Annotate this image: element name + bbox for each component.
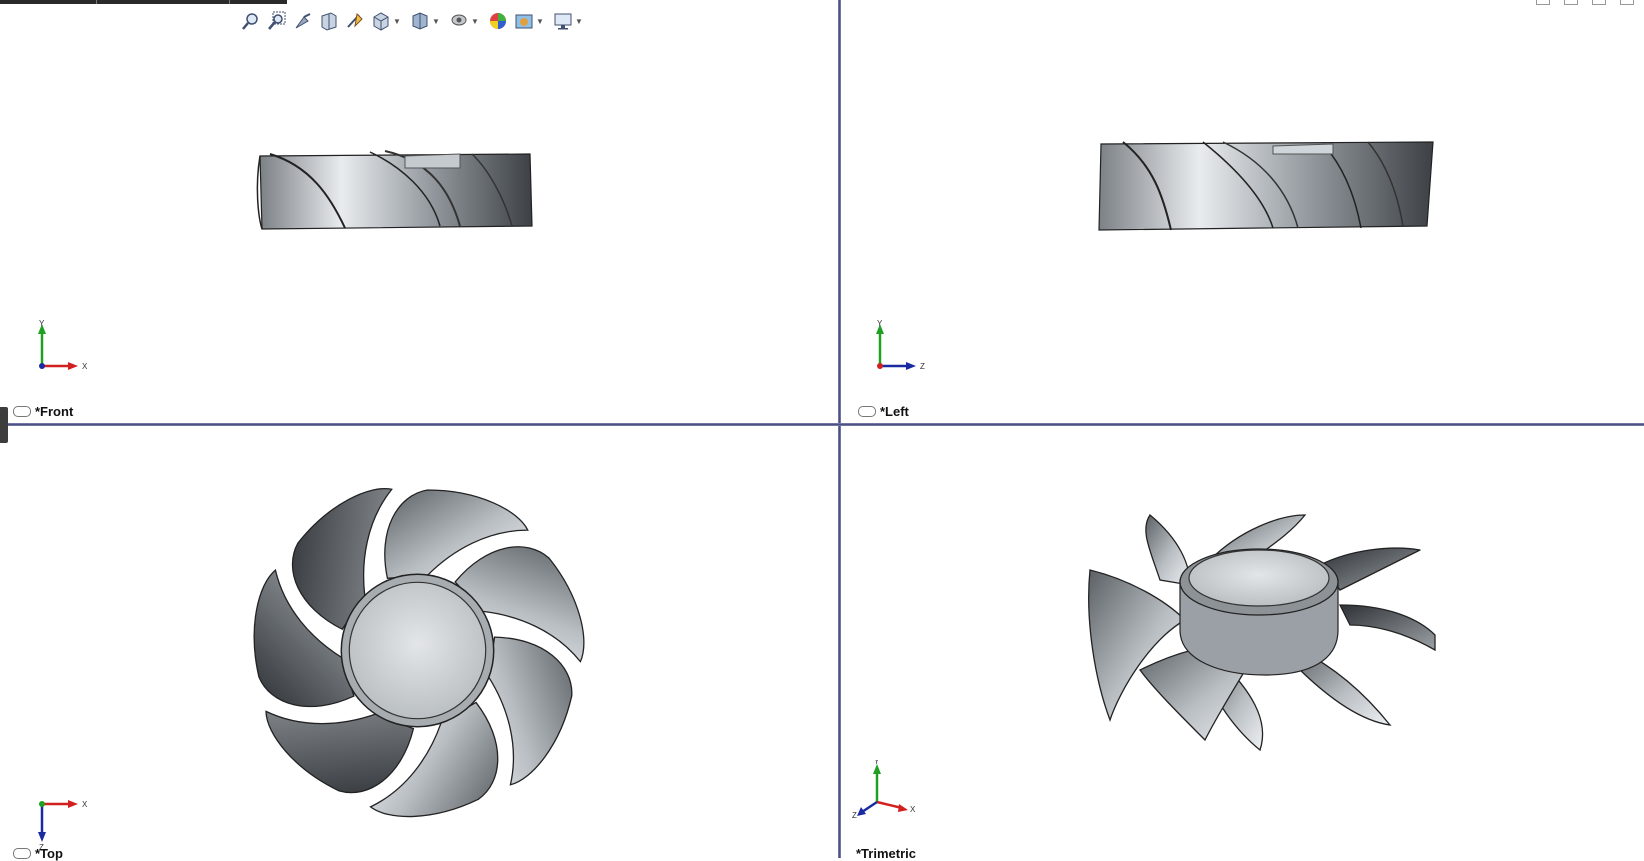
viewport-left-name: *Left bbox=[880, 404, 909, 419]
zoom-to-area-icon[interactable] bbox=[266, 10, 288, 32]
section-view-icon[interactable] bbox=[318, 10, 340, 32]
zoom-to-fit-icon[interactable] bbox=[240, 10, 262, 32]
view-link-icon bbox=[858, 406, 876, 417]
viewport-vertical-splitter[interactable] bbox=[838, 0, 841, 858]
viewport-label-left[interactable]: *Left bbox=[858, 404, 909, 419]
triad-top-a: X bbox=[82, 800, 88, 809]
triad-front-a: Y bbox=[39, 319, 45, 328]
maximize-icon[interactable] bbox=[1620, 0, 1634, 5]
triad-front-b: X bbox=[82, 362, 88, 371]
previous-view-icon[interactable] bbox=[292, 10, 314, 32]
view-settings-caret[interactable]: ▼ bbox=[575, 10, 583, 32]
hide-show-caret[interactable]: ▼ bbox=[471, 10, 479, 32]
apply-scene-icon[interactable] bbox=[513, 10, 535, 32]
display-style-icon[interactable] bbox=[409, 10, 431, 32]
viewport-horizontal-splitter[interactable] bbox=[0, 423, 1644, 426]
viewport-top-name: *Top bbox=[35, 846, 63, 861]
minimize-icon[interactable] bbox=[1592, 0, 1606, 5]
triad-left-a: Y bbox=[877, 319, 883, 328]
axis-triad-top: X Z bbox=[30, 790, 100, 852]
splitter-handle[interactable] bbox=[0, 407, 8, 443]
heads-up-view-toolbar: ▼ ▼ ▼ ▼ ▼ bbox=[240, 8, 587, 34]
triad-trimetric-b: X bbox=[910, 805, 916, 814]
view-link-icon bbox=[13, 406, 31, 417]
apply-scene-caret[interactable]: ▼ bbox=[536, 10, 544, 32]
fan-model-trimetric[interactable] bbox=[1070, 510, 1450, 790]
tile-icon[interactable] bbox=[1564, 0, 1578, 5]
view-orientation-caret[interactable]: ▼ bbox=[393, 10, 401, 32]
fan-model-left[interactable] bbox=[1093, 136, 1438, 236]
display-style-caret[interactable]: ▼ bbox=[432, 10, 440, 32]
viewport-front-name: *Front bbox=[35, 404, 74, 419]
hide-show-icon[interactable] bbox=[448, 10, 470, 32]
view-link-icon bbox=[13, 848, 31, 859]
triad-trimetric-a: Y bbox=[874, 760, 880, 766]
viewport-label-trimetric[interactable]: *Trimetric bbox=[856, 846, 916, 861]
document-tab-strip[interactable] bbox=[0, 0, 287, 4]
viewport-label-top[interactable]: *Top bbox=[13, 846, 63, 861]
triad-trimetric-c: Z bbox=[852, 811, 857, 820]
fan-model-front[interactable] bbox=[250, 146, 535, 231]
view-settings-icon[interactable] bbox=[552, 10, 574, 32]
axis-triad-front: Y X bbox=[30, 318, 100, 378]
window-controls bbox=[1536, 0, 1634, 5]
axis-triad-left: Y Z bbox=[868, 318, 938, 378]
view-orientation-icon[interactable] bbox=[370, 10, 392, 32]
triad-left-b: Z bbox=[920, 362, 925, 371]
edit-appearance-icon[interactable] bbox=[487, 10, 509, 32]
viewport-label-front[interactable]: *Front bbox=[13, 404, 73, 419]
axis-triad-trimetric: Y X Z bbox=[852, 757, 922, 820]
fan-model-top[interactable] bbox=[245, 478, 590, 823]
restore-icon[interactable] bbox=[1536, 0, 1550, 5]
viewport-trimetric-name: *Trimetric bbox=[856, 846, 916, 861]
dynamic-annotation-icon[interactable] bbox=[344, 10, 366, 32]
